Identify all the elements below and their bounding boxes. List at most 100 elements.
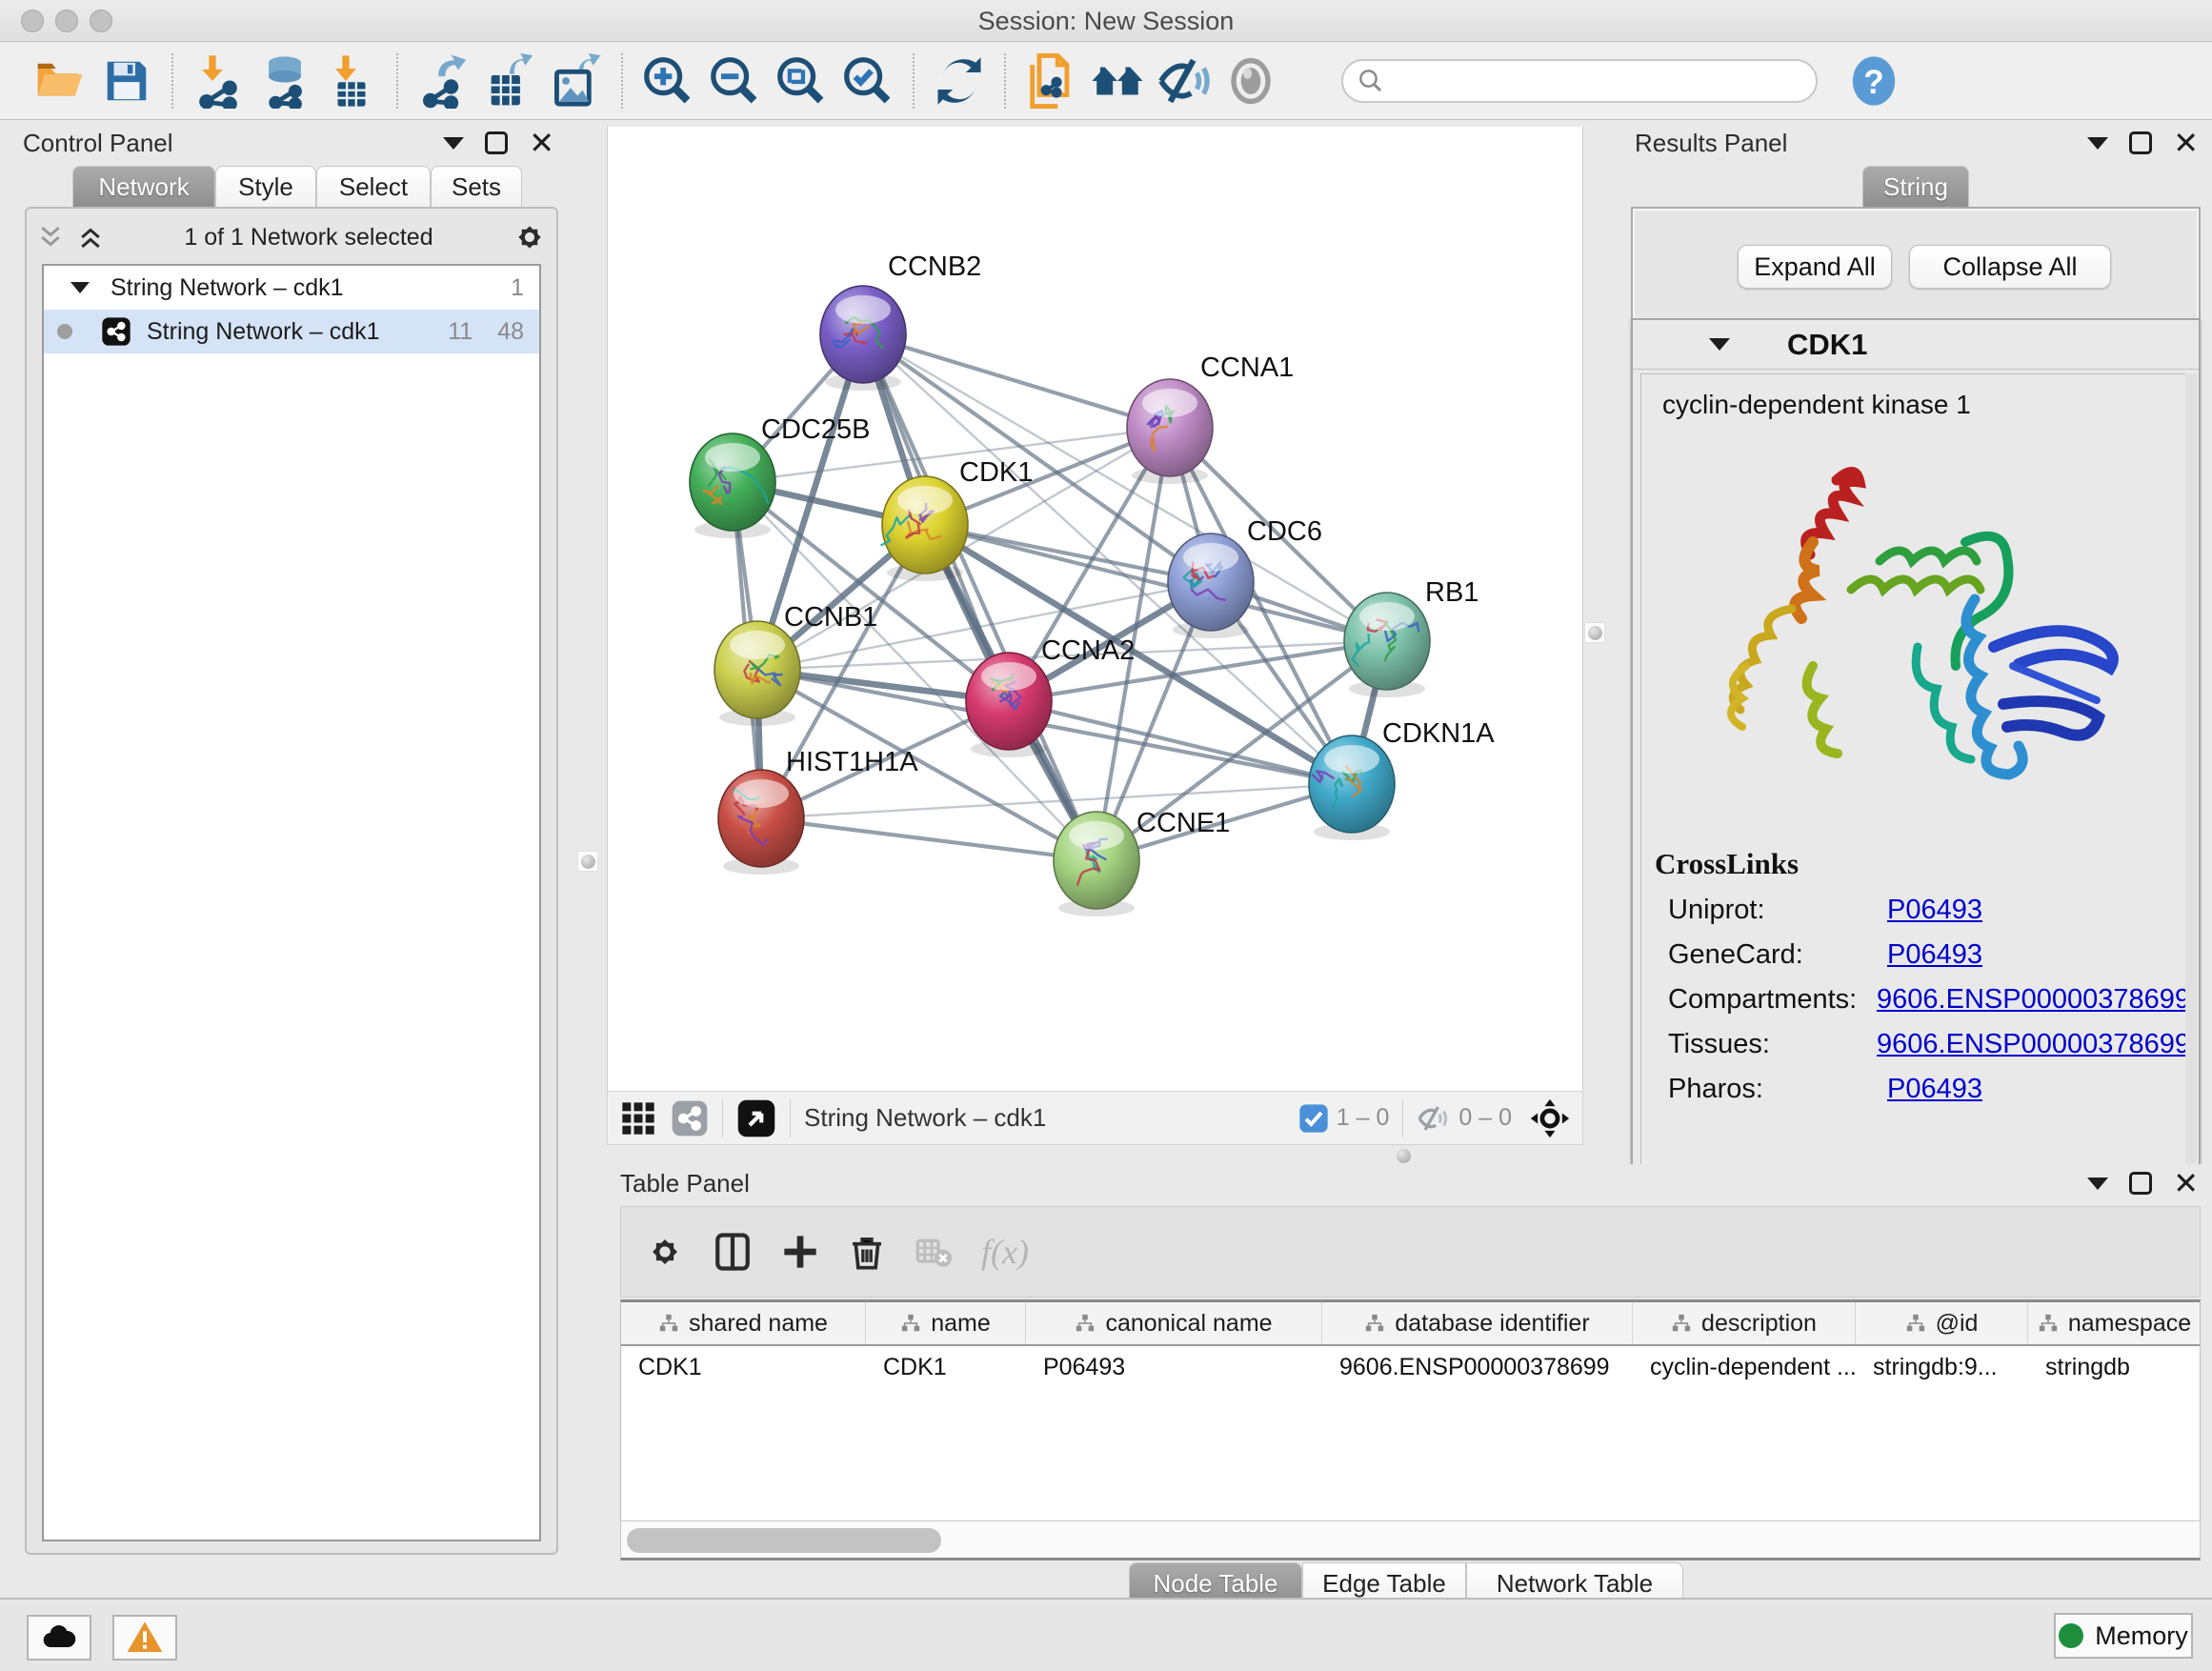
collapse-all-icon[interactable] (36, 223, 65, 252)
expand-all-icon[interactable] (76, 223, 105, 252)
cdk1-collapse-icon[interactable] (1709, 338, 1730, 351)
table-cell[interactable]: CDK1 (866, 1346, 1026, 1388)
network-row[interactable]: String Network – cdk1 11 48 (44, 310, 539, 353)
collapse-all-button[interactable]: Collapse All (1909, 245, 2111, 289)
crosslink-link[interactable]: P06493 (1887, 1074, 1982, 1105)
birds-eye-view-icon[interactable] (736, 1098, 776, 1138)
import-database-icon[interactable] (251, 50, 318, 112)
table-cell[interactable]: stringdb:9... (1856, 1346, 2028, 1388)
node-table: shared namenamecanonical namedatabase id… (620, 1299, 2201, 1520)
column-header-shared-name[interactable]: shared name (621, 1302, 866, 1344)
grid-view-icon[interactable] (619, 1099, 657, 1137)
tab-style[interactable]: Style (215, 166, 316, 208)
network-edge-CCNB2-CCNA1[interactable] (863, 334, 1170, 428)
tab-select[interactable]: Select (316, 166, 431, 208)
table-row[interactable]: CDK1CDK1P064939606.ENSP00000378699cyclin… (621, 1346, 2200, 1388)
table-cell[interactable]: CDK1 (621, 1346, 866, 1388)
zoom-in-icon[interactable] (634, 50, 701, 112)
network-node-CCNB2[interactable] (820, 286, 906, 391)
zoom-fit-icon[interactable] (768, 50, 835, 112)
export-network-icon[interactable] (410, 50, 476, 112)
network-collection-row[interactable]: String Network – cdk1 1 (44, 266, 539, 310)
show-all-eye-icon[interactable] (1217, 50, 1284, 112)
control-panel-float-icon[interactable] (485, 131, 508, 154)
network-edge-HIST1H1A-CCNE1[interactable] (761, 818, 1096, 860)
tab-network[interactable]: Network (72, 166, 215, 208)
crosslink-link[interactable]: P06493 (1887, 895, 1982, 926)
memory-button[interactable]: Memory (2054, 1613, 2193, 1659)
control-panel: Control Panel ✕ Network Style Select Set… (10, 122, 564, 1581)
table-gear-icon[interactable] (646, 1233, 684, 1271)
network-node-HIST1H1A[interactable] (718, 770, 804, 875)
network-node-CCNB1[interactable] (714, 621, 800, 726)
delete-column-icon[interactable] (848, 1233, 886, 1271)
network-share-view-icon[interactable] (671, 1099, 709, 1137)
network-view[interactable]: CCNB2CCNA1CDC25BCDK1CDC6RB1CCNB1CCNA2CDK… (607, 127, 1583, 1091)
expand-all-button[interactable]: Expand All (1738, 245, 1892, 289)
table-panel-float-icon[interactable] (2129, 1172, 2152, 1195)
crosslink-row: Uniprot:P06493 (1668, 895, 2190, 926)
network-node-RB1[interactable] (1344, 593, 1430, 697)
cloud-button[interactable] (27, 1615, 91, 1661)
save-session-icon[interactable] (93, 50, 160, 112)
bottom-splitter-handle[interactable] (1397, 1149, 1411, 1163)
tab-string[interactable]: String (1862, 166, 1969, 208)
import-network-icon[interactable] (185, 50, 251, 112)
column-header-canonical-name[interactable]: canonical name (1026, 1302, 1322, 1344)
left-splitter-handle[interactable] (577, 851, 598, 872)
control-panel-close-icon[interactable]: ✕ (529, 131, 554, 154)
crosslink-link[interactable]: 9606.ENSP00000378699 (1877, 1029, 2190, 1060)
crosslink-link[interactable]: P06493 (1887, 939, 1982, 971)
network-node-CDC25B[interactable] (690, 433, 775, 538)
table-panel-close-icon[interactable]: ✕ (2173, 1172, 2199, 1195)
results-scrollbar[interactable] (2185, 373, 2197, 1236)
column-header-name[interactable]: name (866, 1302, 1026, 1344)
gear-icon[interactable] (513, 220, 547, 254)
string-home-icon[interactable] (1084, 50, 1151, 112)
crosslink-link[interactable]: 9606.ENSP00000378699 (1877, 984, 2190, 1016)
hide-selected-eye-icon[interactable] (1151, 50, 1217, 112)
scrollbar-thumb[interactable] (627, 1528, 941, 1553)
column-header-database-identifier[interactable]: database identifier (1322, 1302, 1633, 1344)
column-tree-icon (658, 1313, 679, 1334)
table-horizontal-scrollbar[interactable] (620, 1520, 2201, 1560)
table-cell[interactable]: cyclin-dependent ... (1633, 1346, 1856, 1388)
open-session-icon[interactable] (27, 50, 93, 112)
network-share-icon (101, 316, 131, 347)
warning-icon (126, 1619, 164, 1657)
network-node-CDKN1A[interactable] (1309, 735, 1395, 840)
show-columns-icon[interactable] (713, 1232, 753, 1272)
column-tree-icon (1364, 1313, 1385, 1334)
network-view-toolbar: String Network – cdk1 1 – 0 0 – 0 (607, 1091, 1583, 1145)
results-panel-menu-icon[interactable] (2087, 137, 2108, 150)
copy-network-icon[interactable] (1017, 50, 1084, 112)
table-panel-menu-icon[interactable] (2087, 1178, 2108, 1190)
pan-crosshair-icon[interactable] (1529, 1097, 1571, 1139)
table-cell[interactable]: stringdb (2028, 1346, 2201, 1388)
results-panel-float-icon[interactable] (2129, 131, 2152, 154)
warning-button[interactable] (112, 1615, 177, 1661)
column-header-description[interactable]: description (1633, 1302, 1856, 1344)
tab-sets[interactable]: Sets (431, 166, 522, 208)
tree-expand-icon[interactable] (70, 282, 90, 293)
zoom-selected-icon[interactable] (835, 50, 901, 112)
results-panel-close-icon[interactable]: ✕ (2173, 131, 2199, 154)
zoom-out-icon[interactable] (701, 50, 768, 112)
table-cell[interactable]: P06493 (1026, 1346, 1322, 1388)
add-column-icon[interactable] (781, 1233, 819, 1271)
help-icon[interactable]: ? (1840, 50, 1907, 112)
search-input[interactable] (1341, 59, 1818, 103)
refresh-icon[interactable] (926, 50, 993, 112)
import-table-icon[interactable] (318, 50, 385, 112)
control-panel-menu-icon[interactable] (443, 137, 464, 150)
network-edge-CCNB2-CCNE1[interactable] (863, 334, 1096, 860)
selected-checkbox-icon[interactable] (1298, 1103, 1329, 1134)
network-node-CCNE1[interactable] (1054, 812, 1139, 916)
table-cell[interactable]: 9606.ENSP00000378699 (1322, 1346, 1633, 1388)
export-table-icon[interactable] (476, 50, 543, 112)
export-image-icon[interactable] (543, 50, 610, 112)
column-header-namespace[interactable]: namespace (2028, 1302, 2201, 1344)
column-header--id[interactable]: @id (1856, 1302, 2028, 1344)
network-node-CCNA1[interactable] (1127, 379, 1213, 484)
right-splitter-handle[interactable] (1584, 622, 1605, 643)
